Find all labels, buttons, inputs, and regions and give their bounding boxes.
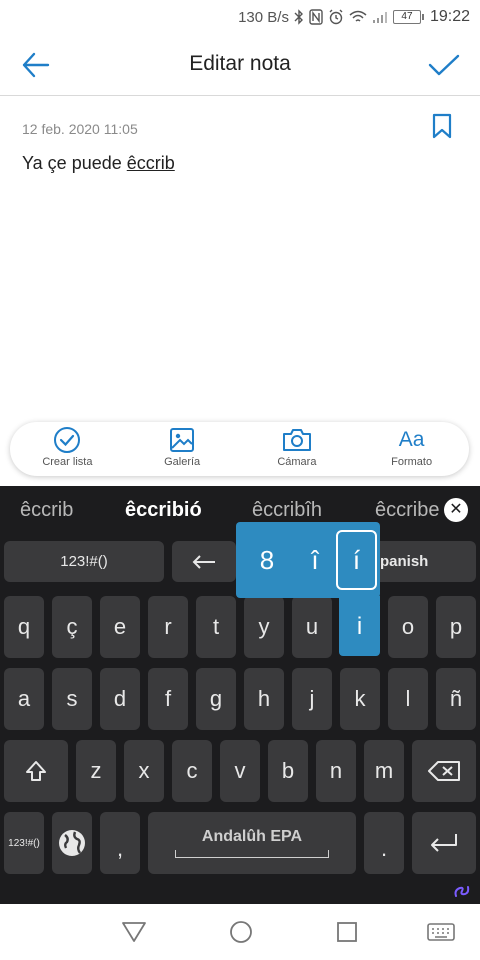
accent-option-i-circumflex[interactable]: î (293, 524, 337, 596)
navigation-bar (0, 904, 480, 960)
key-f[interactable]: f (148, 668, 188, 730)
enter-icon (431, 834, 457, 852)
enter-key[interactable] (412, 812, 476, 874)
suggestion-3[interactable]: êccribîh (252, 499, 322, 522)
key-e[interactable]: e (100, 596, 140, 658)
suggestion-4[interactable]: êccribe (375, 499, 441, 522)
period-key[interactable]: . (364, 812, 404, 874)
battery-icon: 47 (392, 10, 424, 24)
key-p[interactable]: p (436, 596, 476, 658)
key-d[interactable]: d (100, 668, 140, 730)
camera-button[interactable]: Cámara (240, 422, 355, 476)
gallery-button[interactable]: Galería (125, 422, 240, 476)
note-date: 12 feb. 2020 11:05 (22, 121, 138, 137)
create-list-label: Crear lista (42, 456, 93, 468)
key-x[interactable]: x (124, 740, 164, 802)
key-c[interactable]: c (172, 740, 212, 802)
status-bar: 130 B/s 47 19:22 (0, 0, 480, 34)
image-icon (167, 426, 197, 454)
space-key[interactable]: Andalûh EPA (148, 812, 356, 874)
triangle-back-icon (122, 922, 146, 942)
accent-option-8[interactable]: 8 (245, 524, 289, 596)
space-key-label: Andalûh EPA (201, 828, 303, 845)
note-text-area[interactable]: Ya çe puede êccrib (22, 153, 175, 174)
save-button[interactable] (426, 48, 462, 82)
key-j[interactable]: j (292, 668, 332, 730)
nfc-icon (309, 8, 323, 26)
status-icons: 130 B/s 47 19:22 (238, 7, 470, 27)
back-nav-button[interactable] (120, 920, 148, 944)
language-globe-key[interactable] (52, 812, 92, 874)
key-z[interactable]: z (76, 740, 116, 802)
checklist-icon (52, 426, 82, 454)
bluetooth-icon (294, 8, 304, 26)
key-m[interactable]: m (364, 740, 404, 802)
format-label: Formato (391, 456, 433, 468)
key-n-tilde[interactable]: ñ (436, 668, 476, 730)
key-i[interactable]: i (339, 610, 380, 644)
create-list-button[interactable]: Crear lista (10, 422, 125, 476)
key-r[interactable]: r (148, 596, 188, 658)
accent-option-i-acute[interactable]: í (336, 530, 377, 590)
camera-label: Cámara (277, 456, 317, 468)
key-g[interactable]: g (196, 668, 236, 730)
gallery-label: Galería (164, 456, 201, 468)
key-n[interactable]: n (316, 740, 356, 802)
key-y[interactable]: y (244, 596, 284, 658)
key-v[interactable]: v (220, 740, 260, 802)
key-t[interactable]: t (196, 596, 236, 658)
swype-logo-icon (452, 882, 472, 900)
camera-icon (282, 426, 312, 454)
square-recents-icon (337, 922, 357, 942)
keyboard-icon (427, 923, 455, 941)
text-format-icon: Aa (398, 428, 425, 451)
backspace-key[interactable] (412, 740, 476, 802)
comma-key[interactable]: , (100, 812, 140, 874)
bookmark-icon (432, 113, 452, 139)
suggestion-1[interactable]: êccrib (20, 499, 73, 522)
arrow-left-icon (192, 554, 215, 569)
key-b[interactable]: b (268, 740, 308, 802)
network-speed: 130 B/s (238, 8, 289, 26)
key-c-cedilla[interactable]: ç (52, 596, 92, 658)
checkmark-icon (428, 54, 460, 76)
shift-key[interactable] (4, 740, 68, 802)
key-k[interactable]: k (340, 668, 380, 730)
suggestion-2[interactable]: êccribió (125, 499, 202, 522)
circle-home-icon (230, 921, 252, 943)
globe-icon (59, 830, 85, 856)
signal-icon (372, 8, 388, 26)
close-suggestions-icon[interactable]: ✕ (444, 498, 468, 522)
key-s[interactable]: s (52, 668, 92, 730)
clock: 19:22 (429, 8, 470, 25)
bookmark-button[interactable] (430, 113, 454, 139)
key-l[interactable]: l (388, 668, 428, 730)
space-bar-icon (175, 850, 329, 858)
cursor-left-key[interactable] (172, 541, 236, 582)
keyboard-toggle-button[interactable] (426, 920, 456, 944)
key-h[interactable]: h (244, 668, 284, 730)
note-toolbar: Crear lista Galería Cámara Aa Formato (10, 422, 469, 476)
key-a[interactable]: a (4, 668, 44, 730)
alarm-icon (328, 8, 344, 26)
page-title: Editar nota (189, 52, 291, 75)
home-nav-button[interactable] (227, 920, 255, 944)
recents-nav-button[interactable] (333, 920, 361, 944)
format-button[interactable]: Aa Formato (354, 422, 469, 476)
symbols-key-bottom[interactable]: 123!#() (4, 812, 44, 874)
symbols-key[interactable]: 123!#() (4, 541, 164, 582)
key-q[interactable]: q (4, 596, 44, 658)
key-u[interactable]: u (292, 596, 332, 658)
title-bar: Editar nota (0, 34, 480, 96)
note-composing-word: êccrib (126, 153, 175, 173)
wifi-icon (349, 8, 367, 26)
key-o[interactable]: o (388, 596, 428, 658)
note-text: Ya çe puede (22, 153, 127, 173)
shift-icon (26, 761, 46, 781)
backspace-icon (428, 761, 460, 781)
